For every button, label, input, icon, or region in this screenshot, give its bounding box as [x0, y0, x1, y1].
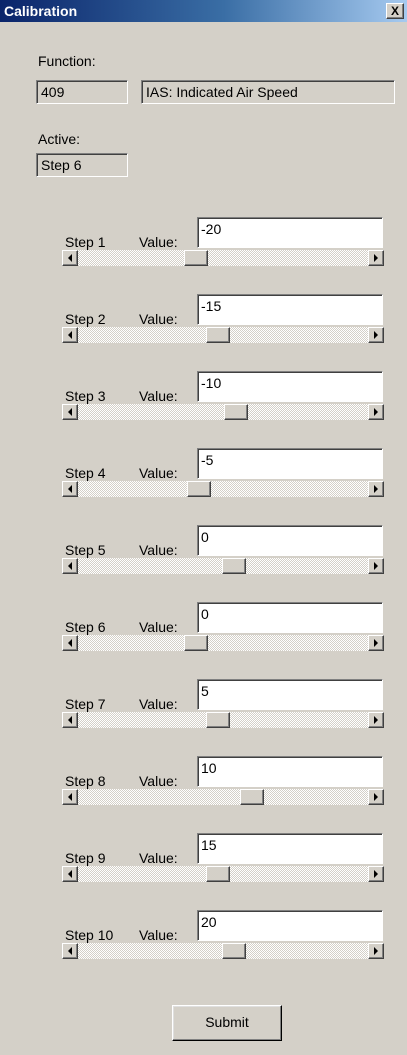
step-row-2: Step 2 Value: -15: [62, 294, 386, 354]
scroll-left-button[interactable]: [62, 635, 78, 651]
step-1-slider[interactable]: [62, 250, 384, 266]
scroll-right-button[interactable]: [368, 327, 384, 343]
step-row-8: Step 8 Value: 10: [62, 756, 386, 816]
scroll-right-button[interactable]: [368, 943, 384, 959]
step-label: Step 8: [65, 773, 106, 789]
step-4-slider[interactable]: [62, 481, 384, 497]
value-label: Value:: [139, 388, 178, 404]
slider-thumb[interactable]: [206, 327, 230, 343]
step-8-value-input[interactable]: 10: [197, 756, 383, 787]
scroll-right-button[interactable]: [368, 250, 384, 266]
step-10-slider[interactable]: [62, 943, 384, 959]
step-row-4: Step 4 Value: -5: [62, 448, 386, 508]
step-5-value-input[interactable]: 0: [197, 525, 383, 556]
scroll-left-button[interactable]: [62, 404, 78, 420]
step-3-value-input[interactable]: -10: [197, 371, 383, 402]
slider-thumb[interactable]: [222, 943, 246, 959]
step-label: Step 5: [65, 542, 106, 558]
scroll-left-button[interactable]: [62, 327, 78, 343]
slider-thumb[interactable]: [206, 712, 230, 728]
step-7-value-input[interactable]: 5: [197, 679, 383, 710]
scroll-left-button[interactable]: [62, 250, 78, 266]
step-row-6: Step 6 Value: 0: [62, 602, 386, 662]
value-label: Value:: [139, 311, 178, 327]
step-5-slider[interactable]: [62, 558, 384, 574]
step-row-9: Step 9 Value: 15: [62, 833, 386, 893]
step-label: Step 6: [65, 619, 106, 635]
step-2-slider[interactable]: [62, 327, 384, 343]
step-row-1: Step 1 Value: -20: [62, 217, 386, 277]
step-label: Step 7: [65, 696, 106, 712]
slider-thumb[interactable]: [224, 404, 248, 420]
step-row-10: Step 10 Value: 20: [62, 910, 386, 970]
slider-thumb[interactable]: [187, 481, 211, 497]
function-description-field: IAS: Indicated Air Speed: [141, 80, 395, 104]
step-8-slider[interactable]: [62, 789, 384, 805]
step-3-slider[interactable]: [62, 404, 384, 420]
scroll-left-button[interactable]: [62, 866, 78, 882]
value-label: Value:: [139, 542, 178, 558]
step-9-slider[interactable]: [62, 866, 384, 882]
step-label: Step 2: [65, 311, 106, 327]
value-label: Value:: [139, 773, 178, 789]
step-row-7: Step 7 Value: 5: [62, 679, 386, 739]
step-label: Step 9: [65, 850, 106, 866]
slider-thumb[interactable]: [206, 866, 230, 882]
close-icon: X: [390, 4, 399, 18]
function-label: Function:: [38, 53, 96, 69]
step-2-value-input[interactable]: -15: [197, 294, 383, 325]
title-bar: Calibration X: [0, 0, 407, 22]
scroll-left-button[interactable]: [62, 558, 78, 574]
step-9-value-input[interactable]: 15: [197, 833, 383, 864]
active-label: Active:: [38, 131, 81, 147]
scroll-left-button[interactable]: [62, 481, 78, 497]
scroll-left-button[interactable]: [62, 712, 78, 728]
step-row-3: Step 3 Value: -10: [62, 371, 386, 431]
value-label: Value:: [139, 465, 178, 481]
scroll-right-button[interactable]: [368, 789, 384, 805]
value-label: Value:: [139, 234, 178, 250]
slider-thumb[interactable]: [222, 558, 246, 574]
function-code-field: 409: [36, 80, 128, 104]
active-step-field: Step 6: [36, 153, 128, 177]
step-6-slider[interactable]: [62, 635, 384, 651]
step-7-slider[interactable]: [62, 712, 384, 728]
scroll-left-button[interactable]: [62, 943, 78, 959]
step-10-value-input[interactable]: 20: [197, 910, 383, 941]
step-6-value-input[interactable]: 0: [197, 602, 383, 633]
slider-thumb[interactable]: [240, 789, 264, 805]
scroll-right-button[interactable]: [368, 635, 384, 651]
step-label: Step 1: [65, 234, 106, 250]
step-label: Step 4: [65, 465, 106, 481]
scroll-right-button[interactable]: [368, 866, 384, 882]
scroll-left-button[interactable]: [62, 789, 78, 805]
step-row-5: Step 5 Value: 0: [62, 525, 386, 585]
step-1-value-input[interactable]: -20: [197, 217, 383, 248]
scroll-right-button[interactable]: [368, 404, 384, 420]
scroll-right-button[interactable]: [368, 481, 384, 497]
value-label: Value:: [139, 927, 178, 943]
step-label: Step 3: [65, 388, 106, 404]
scroll-right-button[interactable]: [368, 558, 384, 574]
step-label: Step 10: [65, 927, 114, 943]
value-label: Value:: [139, 850, 178, 866]
scroll-right-button[interactable]: [368, 712, 384, 728]
submit-button[interactable]: Submit: [172, 1005, 282, 1041]
slider-thumb[interactable]: [184, 250, 208, 266]
slider-thumb[interactable]: [184, 635, 208, 651]
close-button[interactable]: X: [386, 3, 404, 19]
step-4-value-input[interactable]: -5: [197, 448, 383, 479]
value-label: Value:: [139, 696, 178, 712]
window-title: Calibration: [4, 3, 78, 19]
value-label: Value:: [139, 619, 178, 635]
